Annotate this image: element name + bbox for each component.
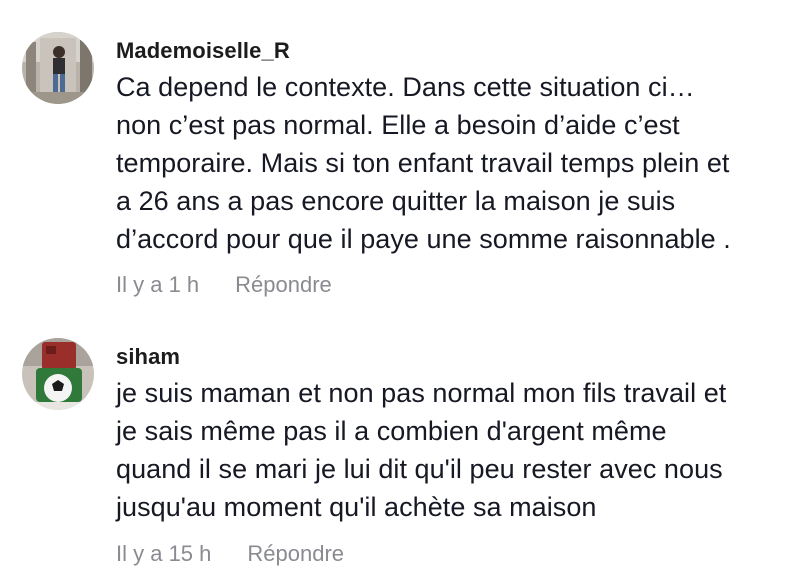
comment-meta: Il y a 15 h Répondre [116, 541, 344, 567]
reply-button[interactable]: Répondre [235, 272, 332, 298]
comment-text: Ca depend le contexte. Dans cette situat… [116, 72, 731, 254]
comment-username[interactable]: siham [116, 344, 180, 370]
avatar[interactable] [22, 32, 94, 104]
comment-username[interactable]: Mademoiselle_R [116, 38, 290, 64]
comment-timestamp: Il y a 15 h [116, 541, 212, 566]
avatar[interactable] [22, 338, 94, 410]
cake-photo-avatar-icon [22, 338, 94, 410]
comment-meta: Il y a 1 h Répondre [116, 272, 332, 298]
comment-timestamp: Il y a 1 h [116, 272, 200, 297]
user-photo-avatar-icon [22, 32, 94, 104]
comment-text: je suis maman et non pas normal mon fils… [116, 378, 727, 522]
reply-button[interactable]: Répondre [247, 541, 344, 567]
